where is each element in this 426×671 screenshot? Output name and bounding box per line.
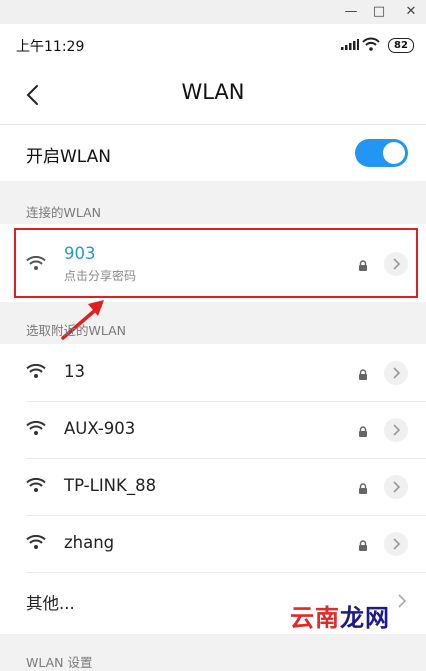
wlan-switch[interactable] <box>355 139 408 167</box>
status-time: 上午11:29 <box>16 39 85 55</box>
minimize-button[interactable]: — <box>340 2 362 22</box>
chevron-right-icon[interactable] <box>384 475 408 499</box>
network-item[interactable]: TP-LINK_88 <box>0 458 426 515</box>
lock-icon <box>359 426 367 437</box>
network-item[interactable]: 13 <box>0 344 426 401</box>
lock-icon <box>359 369 367 380</box>
page-header: WLAN <box>0 66 426 124</box>
network-name: TP-LINK_88 <box>64 476 157 495</box>
wlan-toggle-row[interactable]: 开启WLAN <box>0 125 426 181</box>
settings-section-title: WLAN 设置 <box>26 655 93 670</box>
wifi-signal-icon <box>26 478 46 492</box>
other-networks-label: 其他... <box>26 594 75 613</box>
battery-indicator: 82 <box>388 38 414 53</box>
signal-icon <box>341 39 359 50</box>
network-name: zhang <box>64 533 115 552</box>
switch-knob <box>383 142 405 164</box>
network-item[interactable]: AUX-903 <box>0 401 426 458</box>
close-button[interactable]: ✕ <box>400 2 422 22</box>
page-title: WLAN <box>181 80 245 104</box>
wlan-toggle-label: 开启WLAN <box>26 147 112 167</box>
lock-icon <box>359 483 367 494</box>
status-bar: 上午11:29 82 <box>0 24 426 66</box>
connected-section-title: 连接的WLAN <box>26 205 102 220</box>
phone-screen: 上午11:29 82 WLAN 开启WLAN 连接的WLAN 903 点击分享密… <box>0 24 426 670</box>
wifi-signal-icon <box>26 364 46 378</box>
network-name: 13 <box>64 362 85 381</box>
nearby-block: 13 AUX-903 TP-LINK_88 zhang 其他... <box>0 344 426 634</box>
site-watermark: 云南龙网 <box>290 598 390 633</box>
chevron-right-icon <box>398 594 407 608</box>
wifi-signal-icon <box>26 421 46 435</box>
network-item[interactable]: zhang <box>0 515 426 572</box>
highlight-box <box>14 228 418 298</box>
chevron-right-icon[interactable] <box>384 418 408 442</box>
chevron-right-icon[interactable] <box>384 361 408 385</box>
window-titlebar: — □ ✕ <box>0 0 426 24</box>
watermark-text-a: 云南 <box>290 603 340 632</box>
watermark-text-b: 龙网 <box>340 603 390 632</box>
network-name: AUX-903 <box>64 419 136 438</box>
wifi-signal-icon <box>26 535 46 549</box>
maximize-button[interactable]: □ <box>368 2 390 22</box>
nearby-section-title: 选取附近的WLAN <box>26 323 127 338</box>
wifi-status-icon <box>362 37 380 51</box>
lock-icon <box>359 540 367 551</box>
chevron-right-icon[interactable] <box>384 532 408 556</box>
